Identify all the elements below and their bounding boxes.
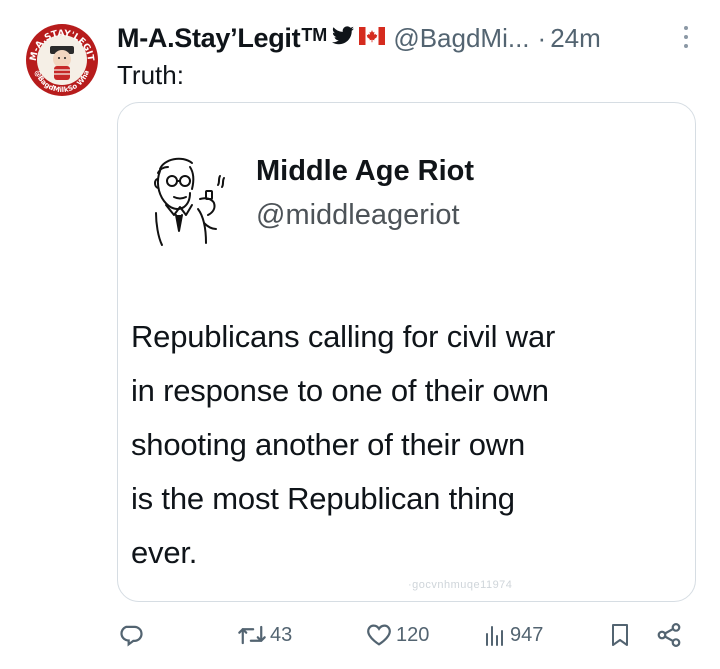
retweet-count: 43 [270,623,293,646]
reply-icon [117,621,145,649]
reply-button[interactable] [117,621,148,649]
more-icon[interactable] [683,26,689,52]
author-avatar[interactable]: M-A.STAY'LEGIT @BagdMilkSo Wha [24,22,100,98]
tm-mark: TM [301,24,328,45]
retweet-button[interactable]: 43 [237,621,292,649]
quote-line: shooting another of their own [131,427,526,462]
author-handle[interactable]: @BagdMi... [393,23,529,54]
action-bar: 43 120 947 [117,615,697,659]
bookmark-button[interactable] [608,621,632,649]
bird-icon [331,25,355,51]
share-button[interactable] [655,621,683,649]
quote-author-name: Middle Age Riot [256,155,475,187]
quote-text: Republicans calling for civil war in res… [131,310,686,580]
timestamp[interactable]: 24m [550,23,601,54]
views-button[interactable]: 947 [483,621,543,649]
like-button[interactable]: 120 [365,621,429,649]
view-count: 947 [510,623,544,646]
like-icon [365,621,393,649]
retweet-icon [237,621,267,649]
flag-icon [359,26,386,50]
quote-line: in response to one of their own [131,373,549,408]
quote-author-avatar [138,143,250,255]
watermark: ·gocvnhmuqe11974 [408,579,513,591]
bookmark-icon [608,621,632,649]
author-name[interactable]: M-A.Stay’Legit [117,23,301,54]
quote-line: is the most Republican thing [131,481,515,516]
like-count: 120 [396,623,430,646]
share-icon [655,621,683,649]
quote-author-handle: @middleageriot [256,199,460,231]
post-text: Truth: [117,60,184,90]
post-header: M-A.Stay’Legit TM @BagdMi... · 24m [117,18,697,58]
quote-line: Republicans calling for civil war [131,319,556,354]
quote-line: ever. [131,535,198,570]
quoted-image-card[interactable]: Middle Age Riot @middleageriot Republica… [117,102,696,602]
separator-dot: · [537,22,547,53]
views-icon [483,621,507,649]
